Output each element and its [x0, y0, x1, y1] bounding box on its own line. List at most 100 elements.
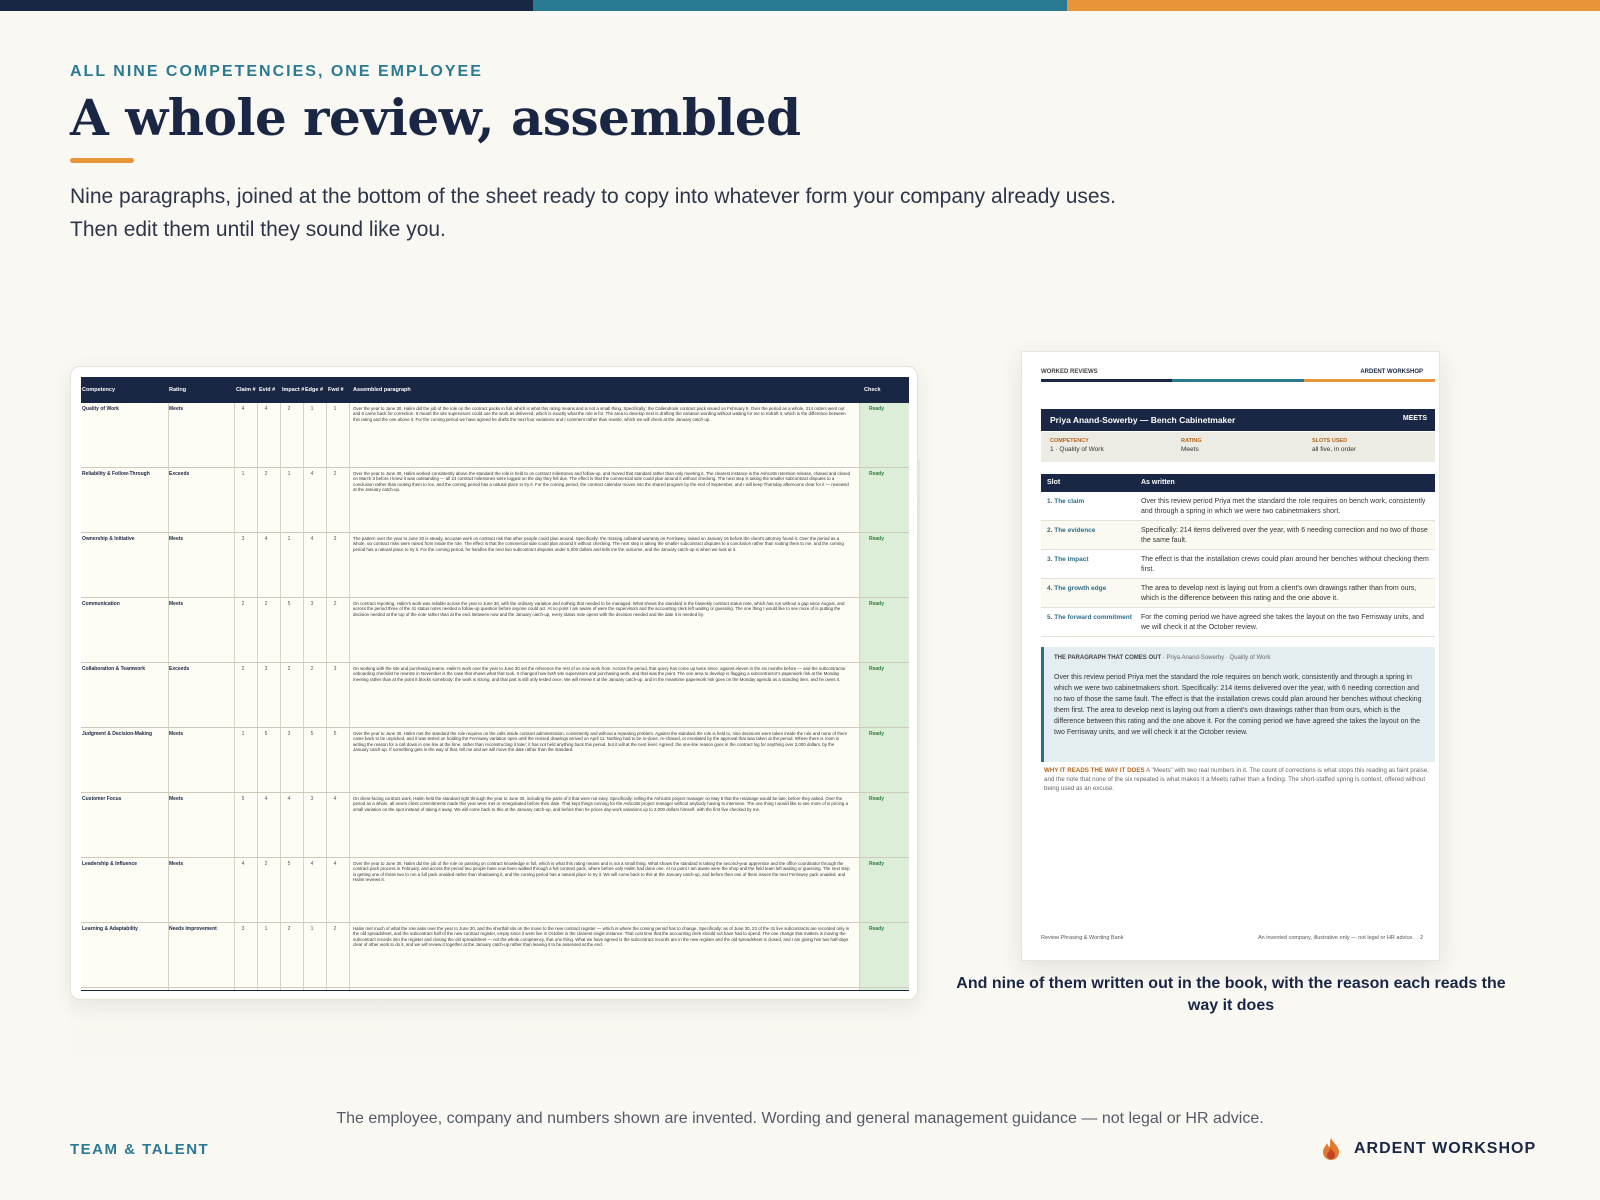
cell-slot-number: 3 — [241, 536, 245, 542]
cell-assembled-paragraph: The pattern over the year to June 30 is … — [353, 536, 844, 552]
cell-slot-number: 3 — [333, 536, 337, 542]
cell-competency: Ownership & Initiative — [82, 536, 135, 542]
output-paragraph: Over this review period Priya met the st… — [1054, 674, 1422, 736]
cell-slot-number: 4 — [241, 861, 245, 867]
cell-slot-number: 2 — [264, 471, 268, 477]
slot-table-header: Slot As written — [1041, 474, 1435, 492]
meta-rating: RATING Meets — [1181, 438, 1202, 453]
book-caption: And nine of them written out in the book… — [956, 975, 1506, 1014]
disclaimer: The employee, company and numbers shown … — [336, 1110, 1264, 1127]
cell-slot-number: 2 — [333, 926, 337, 932]
cell-check-status: Ready — [869, 406, 885, 412]
eyebrow: ALL NINE COMPETENCIES, ONE EMPLOYEE — [70, 63, 483, 80]
slot-row: 5. The forward commitment For the coming… — [1041, 608, 1435, 637]
output-label: THE PARAGRAPH THAT COMES OUT — [1054, 655, 1162, 661]
cell-competency: Learning & Adaptability — [82, 926, 138, 932]
col-header-check: Check — [864, 387, 881, 393]
page-footer-left: Review Phrasing & Wording Bank — [1041, 935, 1124, 941]
cell-rating: Exceeds — [169, 471, 190, 477]
cell-rating: Meets — [169, 536, 184, 542]
subtitle-line-2: Then edit them until they sound like you… — [70, 218, 446, 241]
title-underline — [70, 158, 134, 163]
cell-slot-number: 4 — [287, 796, 291, 802]
output-sublabel: · Priya Anand-Sowerby · Quality of Work — [1161, 655, 1271, 661]
cell-competency: Communication — [82, 601, 120, 607]
cell-assembled-paragraph: Halim met much of what the role asks ove… — [353, 926, 850, 948]
slot-row: 4. The growth edge The area to develop n… — [1041, 579, 1435, 608]
sheet-row: Learning & Adaptability Needs Improvement… — [81, 923, 909, 988]
sheet-row: Leadership & Influence Meets 4 2 5 4 4 Over the… — [81, 858, 909, 923]
cell-slot-number: 3 — [333, 666, 337, 672]
cell-rating: Exceeds — [169, 666, 190, 672]
col-header-competency: Competency — [82, 387, 116, 393]
as-written-col-header: As written — [1141, 479, 1175, 486]
sheet-row: Judgment & Decision-Making Meets 1 5 3 5 5 Over… — [81, 728, 909, 793]
cell-check-status: Ready — [869, 731, 885, 737]
cell-check-status: Ready — [869, 666, 885, 672]
page-header-rule — [1041, 379, 1435, 382]
cell-competency: Reliability & Follow-Through — [82, 471, 150, 477]
meta-slots-used: SLOTS USED all five, in order — [1312, 438, 1356, 453]
cell-slot-number: 3 — [287, 731, 291, 737]
cell-competency: Quality of Work — [82, 406, 119, 412]
page-footer-note: An invented company, illustrative only —… — [1258, 935, 1414, 941]
sheet-bottom-border — [81, 990, 909, 991]
slot-label: 2. The evidence — [1047, 527, 1096, 534]
cell-slot-number: 4 — [264, 536, 268, 542]
cell-assembled-paragraph: On client-facing contract work, Halim he… — [353, 796, 849, 812]
cell-slot-number: 2 — [333, 601, 337, 607]
slot-label: 4. The growth edge — [1047, 585, 1107, 592]
book-page-card: WORKED REVIEWS ARDENT WORKSHOP Priya Ana… — [1021, 351, 1440, 961]
cell-slot-number: 1 — [241, 731, 245, 737]
sheet-row: Collaboration & Teamwork Exceeds 2 3 2 2 3 On w… — [81, 663, 909, 728]
col-header-evidence: Evid # — [259, 387, 276, 393]
cell-slot-number: 5 — [287, 601, 291, 607]
cell-slot-number: 1 — [310, 926, 314, 932]
cell-rating: Needs Improvement — [169, 926, 217, 932]
cell-slot-number: 5 — [333, 731, 337, 737]
top-bar-navy — [0, 0, 534, 11]
col-header-rating: Rating — [169, 387, 187, 393]
cell-assembled-paragraph: Over the year to June 30, Halim did the … — [353, 406, 846, 422]
cell-slot-number: 4 — [333, 796, 337, 802]
cell-slot-number: 2 — [287, 926, 291, 932]
meta-value: Meets — [1181, 446, 1199, 453]
cell-slot-number: 4 — [310, 861, 314, 867]
cell-assembled-paragraph: Over the year to June 30, Halim met the … — [353, 731, 847, 753]
why-note: WHY IT READS THE WAY IT DOES A "Meets" w… — [1044, 766, 1432, 793]
slot-text: The area to develop next is laying out f… — [1141, 585, 1417, 602]
slot-text: For the coming period we have agreed she… — [1141, 614, 1424, 631]
spreadsheet-header-row: Competency Rating Claim # Evid # Impact … — [81, 377, 909, 403]
meta-label: COMPETENCY — [1050, 438, 1089, 444]
why-label: WHY IT READS THE WAY IT DOES — [1044, 767, 1145, 774]
cell-check-status: Ready — [869, 796, 885, 802]
cell-check-status: Ready — [869, 601, 885, 607]
cell-slot-number: 2 — [241, 601, 245, 607]
subtitle: Nine paragraphs, joined at the bottom of… — [70, 180, 1370, 246]
cell-slot-number: 1 — [310, 406, 314, 412]
meta-strip: COMPETENCY 1 · Quality of Work RATING Me… — [1041, 432, 1435, 462]
cell-slot-number: 1 — [287, 471, 291, 477]
cell-slot-number: 4 — [241, 406, 245, 412]
page-rule-orange — [1303, 379, 1435, 382]
slot-row: 2. The evidence Specifically: 214 items … — [1041, 521, 1435, 550]
slot-row: 1. The claim Over this review period Pri… — [1041, 492, 1435, 521]
cell-slot-number: 5 — [310, 731, 314, 737]
cell-slot-number: 5 — [287, 861, 291, 867]
cell-slot-number: 1 — [241, 471, 245, 477]
employee-band: Priya Anand-Sowerby — Bench Cabinetmaker… — [1041, 409, 1435, 431]
flame-logo-icon — [1323, 1138, 1339, 1160]
cell-slot-number: 4 — [333, 861, 337, 867]
output-paragraph-box: THE PARAGRAPH THAT COMES OUT · Priya Ana… — [1041, 647, 1435, 762]
cell-check-status: Ready — [869, 536, 885, 542]
sheet-row: Quality of Work Meets 4 4 2 1 1 Over the year t… — [81, 403, 909, 468]
spreadsheet-card: Competency Rating Claim # Evid # Impact … — [70, 366, 918, 1000]
cell-rating: Meets — [169, 796, 184, 802]
slot-label: 1. The claim — [1047, 498, 1085, 505]
cell-slot-number: 2 — [264, 601, 268, 607]
cell-assembled-paragraph: Over the year to June 30, Halim did the … — [353, 861, 850, 883]
cell-slot-number: 4 — [310, 471, 314, 477]
employee-name: Priya Anand-Sowerby — Bench Cabinetmaker — [1050, 415, 1236, 425]
cell-slot-number: 3 — [310, 796, 314, 802]
sheet-row: Reliability & Follow-Through Exceeds 1 2 1 4 2… — [81, 468, 909, 533]
